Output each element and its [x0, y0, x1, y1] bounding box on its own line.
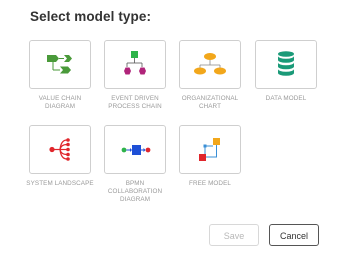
free-model-icon: [199, 138, 220, 161]
model-option-tile[interactable]: [29, 40, 91, 89]
model-option-tile[interactable]: [255, 40, 317, 89]
model-option-tile[interactable]: [179, 125, 241, 174]
value-chain-icon: [47, 55, 72, 74]
bpmn-collaboration-icon: [121, 145, 151, 155]
model-option-tile[interactable]: [29, 125, 91, 174]
model-option-label: FREE MODEL: [189, 180, 231, 187]
model-option-bpmn-collaboration[interactable]: BPMN COLLABORATION DIAGRAM: [98, 125, 172, 204]
model-option-system-landscape[interactable]: SYSTEM LANDSCAPE: [23, 125, 97, 188]
model-option-tile[interactable]: [104, 125, 166, 174]
model-option-label: SYSTEM LANDSCAPE: [26, 180, 94, 187]
model-option-data-model[interactable]: DATA MODEL: [249, 40, 323, 103]
model-option-label: DATA MODEL: [265, 95, 307, 102]
model-option-free-model[interactable]: FREE MODEL: [173, 125, 247, 188]
model-option-value-chain[interactable]: VALUE CHAIN DIAGRAM: [23, 40, 97, 111]
cancel-button[interactable]: Cancel: [269, 224, 319, 246]
dialog-title: Select model type:: [30, 9, 152, 24]
model-option-event-driven-process-chain[interactable]: EVENT DRIVEN PROCESS CHAIN: [98, 40, 172, 111]
model-option-label: ORGANIZATIONAL CHART: [181, 95, 239, 110]
model-option-organizational-chart[interactable]: ORGANIZATIONAL CHART: [173, 40, 247, 111]
model-option-label: EVENT DRIVEN PROCESS CHAIN: [108, 95, 162, 110]
system-landscape-icon: [49, 138, 70, 161]
model-option-tile[interactable]: [179, 40, 241, 89]
event-driven-process-chain-icon: [124, 51, 146, 75]
model-option-label: VALUE CHAIN DIAGRAM: [38, 95, 82, 110]
model-option-tile[interactable]: [104, 40, 166, 89]
org-chart-icon: [194, 53, 226, 75]
model-option-label: BPMN COLLABORATION DIAGRAM: [107, 180, 163, 203]
database-icon: [278, 51, 294, 76]
save-button[interactable]: Save: [209, 224, 259, 246]
